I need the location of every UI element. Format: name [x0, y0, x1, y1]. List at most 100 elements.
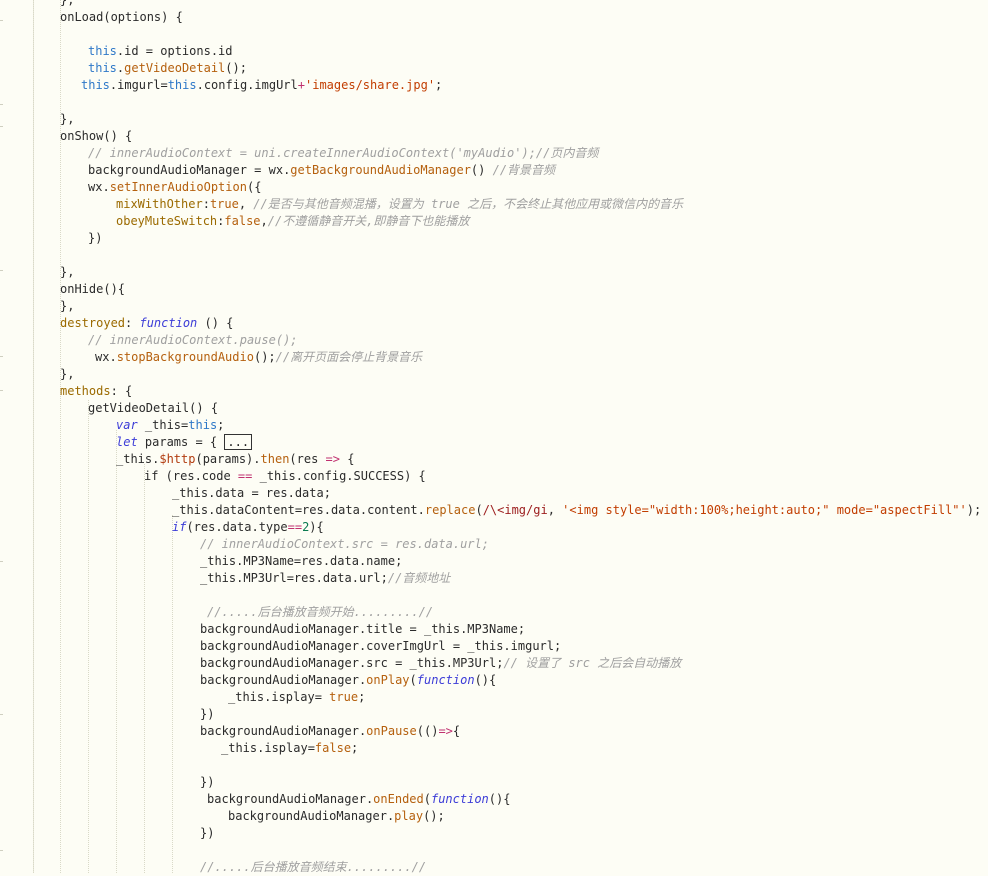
code-line[interactable]: _this.dataContent=res.data.content.repla…: [172, 502, 981, 519]
code-token: //背景音频: [492, 163, 556, 177]
code-token: // innerAudioContext.src = res.data.url;: [200, 537, 489, 551]
code-token: ();: [423, 809, 445, 823]
code-line[interactable]: },: [60, 298, 74, 315]
code-line[interactable]: _this.$http(params).then(res => {: [116, 451, 354, 468]
code-token: //不遵循静音开关,即静音下也能播放: [267, 214, 470, 228]
code-line[interactable]: let params = { ...: [116, 434, 253, 451]
code-token: backgroundAudioManager.: [200, 673, 367, 687]
code-token: function: [139, 316, 198, 330]
code-line[interactable]: backgroundAudioManager.onPause(()=>{: [200, 723, 460, 740]
code-line[interactable]: if(res.data.type==2){: [172, 519, 324, 536]
code-token: params = {: [137, 435, 225, 449]
code-line[interactable]: backgroundAudioManager = wx.getBackgroun…: [88, 162, 555, 179]
code-line[interactable]: backgroundAudioManager.src = _this.MP3Ur…: [200, 655, 681, 672]
code-line[interactable]: //.....后台播放音频结束.........//: [200, 859, 426, 876]
code-line[interactable]: wx.stopBackgroundAudio();//离开页面会停止背景音乐: [95, 349, 422, 366]
code-token: //是否与其他音频混播，设置为 true 之后，不会终止其他应用或微信内的音乐: [253, 197, 684, 211]
code-token: onLoad(options) {: [60, 10, 183, 24]
code-line[interactable]: // innerAudioContext.pause();: [88, 332, 298, 349]
code-line[interactable]: onLoad(options) {: [60, 9, 183, 26]
indent-guide: [144, 464, 145, 873]
code-token: //离开页面会停止背景音乐: [275, 350, 423, 364]
code-token: true: [209, 197, 239, 211]
code-line[interactable]: this.getVideoDetail();: [88, 60, 247, 77]
code-token: (): [470, 163, 493, 177]
code-token: ){: [309, 520, 324, 534]
code-token: this: [81, 78, 110, 92]
gutter-marker: [0, 20, 3, 21]
code-line[interactable]: backgroundAudioManager.title = _this.MP3…: [200, 621, 525, 638]
code-token: this: [88, 61, 117, 75]
code-token: },: [60, 299, 75, 313]
gutter-marker: [0, 561, 3, 562]
code-token: methods: [60, 384, 111, 398]
code-line[interactable]: this.id = options.id: [88, 43, 233, 60]
code-line[interactable]: this.imgurl=this.config.imgUrl+'images/s…: [81, 77, 442, 94]
code-token: }): [200, 826, 215, 840]
code-line[interactable]: onShow() {: [60, 128, 132, 145]
code-token: (: [409, 673, 417, 687]
gutter-marker: [0, 270, 3, 271]
code-line[interactable]: backgroundAudioManager.onEnded(function(…: [207, 791, 510, 808]
code-line[interactable]: // innerAudioContext = uni.createInnerAu…: [88, 145, 598, 162]
code-line[interactable]: }): [200, 706, 214, 723]
code-line[interactable]: var _this=this;: [116, 417, 224, 434]
code-line[interactable]: }): [88, 230, 102, 247]
code-token: (params).: [195, 452, 261, 466]
code-line[interactable]: onHide(){: [60, 281, 125, 298]
fold-placeholder[interactable]: ...: [224, 434, 253, 450]
code-line[interactable]: getVideoDetail() {: [88, 400, 218, 417]
code-token: $http: [159, 452, 196, 466]
code-token: .config.imgUrl: [196, 78, 298, 92]
indent-guide: [88, 400, 89, 873]
code-line[interactable]: _this.MP3Url=res.data.url;//音频地址: [200, 570, 450, 587]
code-token: false: [314, 741, 352, 755]
code-token: .id = options.id: [116, 44, 233, 58]
code-token: //.....后台播放音频结束.........//: [200, 860, 427, 874]
code-token: // innerAudioContext = uni.createInnerAu…: [88, 146, 599, 160]
code-line[interactable]: }): [200, 774, 214, 791]
indent-guide: [33, 0, 34, 873]
code-line[interactable]: },: [60, 264, 74, 281]
code-token: +: [297, 78, 305, 92]
code-token: '<img style="width:100%;height:auto;" mo…: [562, 503, 967, 517]
code-line[interactable]: if (res.code == _this.config.SUCCESS) {: [144, 468, 426, 485]
code-line[interactable]: _this.isplay=false;: [221, 740, 358, 757]
code-line[interactable]: _this.MP3Name=res.data.name;: [200, 553, 402, 570]
code-token: function: [430, 792, 489, 806]
code-token: replace: [424, 503, 476, 517]
code-token: this: [167, 78, 197, 92]
code-token: this: [88, 44, 117, 58]
code-token: onEnded: [373, 792, 424, 806]
code-line[interactable]: backgroundAudioManager.onPlay(function()…: [200, 672, 496, 689]
code-token: ==: [237, 469, 253, 483]
code-line[interactable]: mixWithOther:true, //是否与其他音频混播，设置为 true …: [116, 196, 683, 213]
code-token: wx.: [88, 180, 110, 194]
code-line[interactable]: obeyMuteSwitch:false,//不遵循静音开关,即静音下也能播放: [116, 213, 469, 230]
code-line[interactable]: _this.isplay= true;: [228, 689, 365, 706]
code-line[interactable]: methods: {: [60, 383, 132, 400]
code-token: // innerAudioContext.pause();: [88, 333, 298, 347]
code-line[interactable]: // innerAudioContext.src = res.data.url;: [200, 536, 489, 553]
code-line[interactable]: backgroundAudioManager.play();: [228, 808, 445, 825]
code-line[interactable]: backgroundAudioManager.coverImgUrl = _th…: [200, 638, 561, 655]
code-token: ;: [435, 78, 443, 92]
code-line[interactable]: },: [60, 0, 74, 9]
code-token: _this.data = res.data;: [172, 486, 331, 500]
code-line[interactable]: destroyed: function () {: [60, 315, 233, 332]
code-token: _this.MP3Url=res.data.url;: [200, 571, 388, 585]
code-line[interactable]: }): [200, 825, 214, 842]
code-line[interactable]: //.....后台播放音频开始.........//: [207, 604, 433, 621]
code-token: getBackgroundAudioManager: [290, 163, 471, 177]
code-token: },: [60, 0, 75, 7]
code-line[interactable]: },: [60, 111, 74, 128]
code-line[interactable]: _this.data = res.data;: [172, 485, 331, 502]
code-token: stopBackgroundAudio: [116, 350, 254, 364]
gutter-marker: [0, 356, 3, 357]
code-line[interactable]: wx.setInnerAudioOption({: [88, 179, 261, 196]
gutter-marker: [0, 390, 3, 391]
code-line[interactable]: },: [60, 366, 74, 383]
code-token: _this.isplay=: [221, 741, 315, 755]
gutter-marker: [0, 104, 3, 105]
code-token: {: [452, 724, 461, 738]
